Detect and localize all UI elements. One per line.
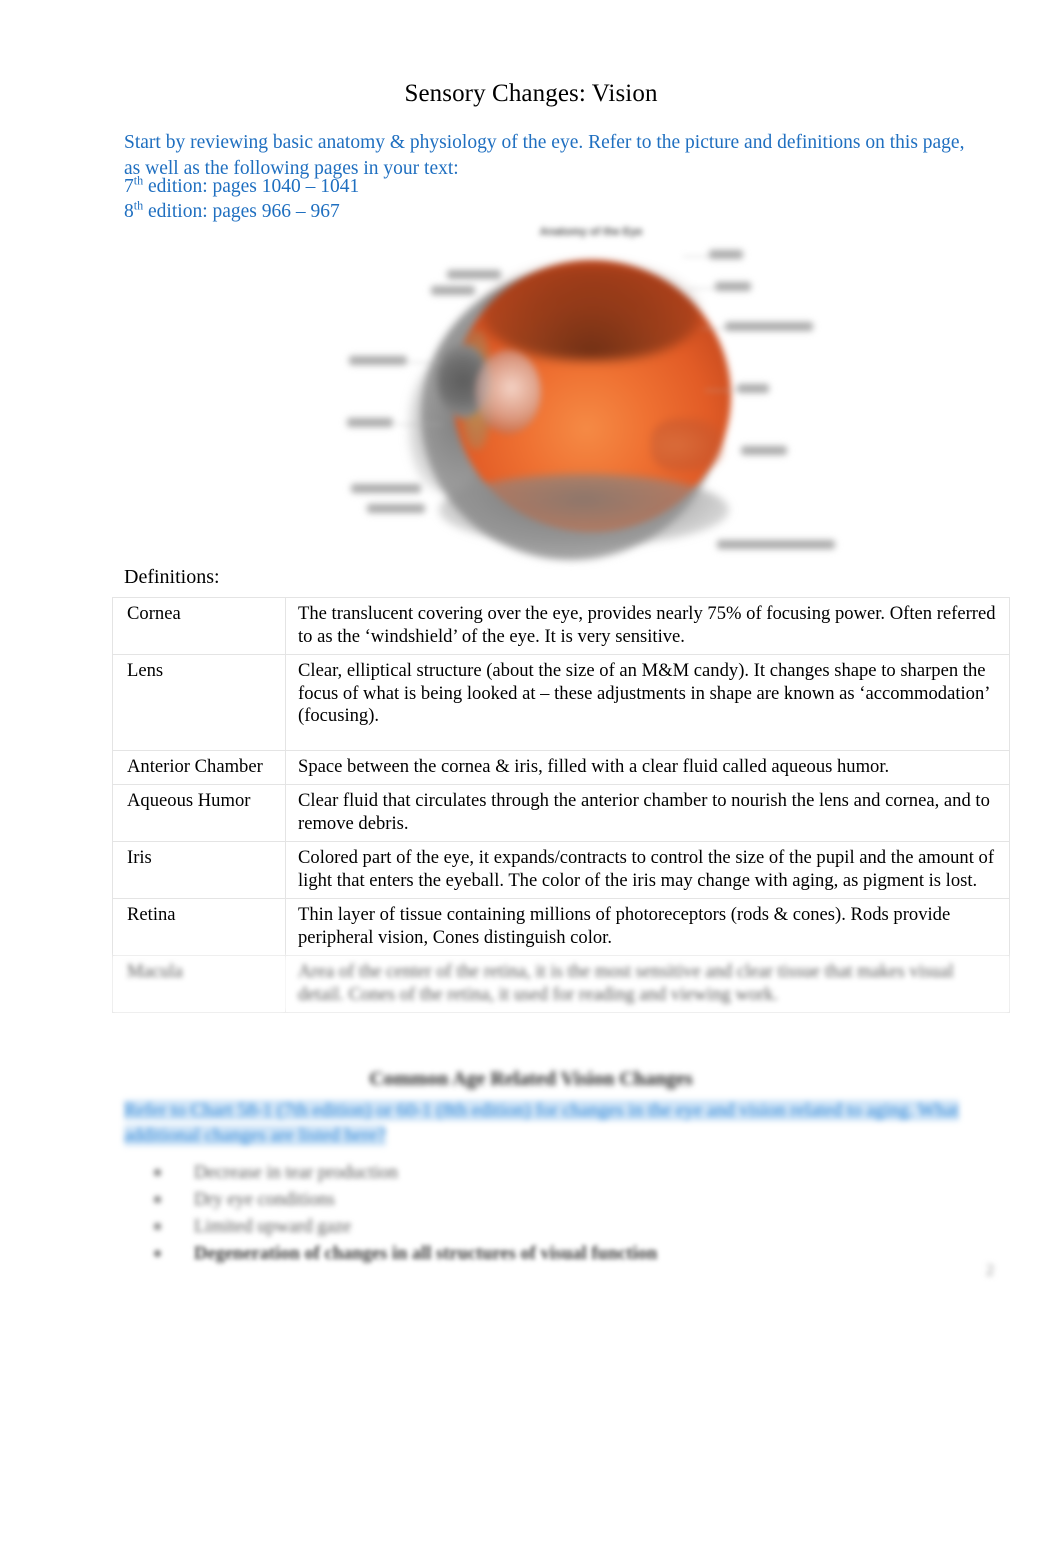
bullet-icon [154,1250,161,1257]
definitions-heading: Definitions: [124,566,220,588]
document-page: Sensory Changes: Vision Start by reviewi… [0,0,1062,1561]
edition-references: 7th edition: pages 1040 – 1041 8th editi… [124,174,624,224]
figure-leader-line-3 [701,328,727,329]
figure-label-blob-r5 [741,446,787,455]
definitions-table: Cornea The translucent covering over the… [112,597,1010,1013]
definition-text: Space between the cornea & iris, filled … [285,749,1010,785]
eye-anatomy-figure: Anatomy of the Eye [333,222,853,570]
figure-leader-line-5 [409,362,443,363]
definition-text: The translucent covering over the eye, p… [285,597,1010,655]
section-instructions: Refer to Chart 58-1 (7th edition) or 60-… [124,1098,992,1148]
figure-label-blob-l6 [367,504,425,513]
edition-7-pages: edition: pages 1040 – 1041 [143,176,360,197]
definition-term: Lens [112,654,286,751]
list-item-label: Degeneration of changes in all structure… [194,1244,658,1264]
table-row: Iris Colored part of the eye, it expands… [112,841,1010,899]
edition-8-ordinal-suffix: th [133,198,144,213]
edition-8-line: 8th edition: pages 966 – 967 [124,199,624,224]
figure-label-blob-r6 [717,540,835,549]
bullet-icon [154,1223,161,1230]
figure-label-blob-l2 [431,286,475,295]
list-item-label: Dry eye conditions [194,1190,335,1210]
figure-leader-line-4 [705,390,737,391]
figure-label-blob-r3 [725,322,813,331]
figure-label-blob-r2 [715,282,751,291]
bullet-icon [154,1169,161,1176]
figure-label-blob-l3 [349,356,407,365]
edition-8-number: 8 [124,201,134,222]
table-row: Macula Area of the center of the retina,… [112,955,1010,1013]
eye-optic-nerve-shape [651,418,723,472]
eye-anatomy-figure-caption: Anatomy of the Eye [539,226,643,238]
age-related-changes-list: Decrease in tear production Dry eye cond… [150,1160,930,1268]
figure-label-blob-l5 [351,484,421,493]
table-row: Anterior Chamber Space between the corne… [112,749,1010,785]
definition-text: Thin layer of tissue containing millions… [285,898,1010,956]
definition-text: Clear fluid that circulates through the … [285,784,1010,842]
list-item: Decrease in tear production [150,1160,930,1187]
list-item: Limited upward gaze [150,1214,930,1241]
bullet-icon [154,1196,161,1203]
definition-text: Clear, elliptical structure (about the s… [285,654,1010,751]
figure-leader-line-2 [689,288,717,289]
section-heading: Common Age Related Vision Changes [369,1068,693,1090]
definitions-table-wrapper: Cornea The translucent covering over the… [112,597,1010,1013]
definition-text: Colored part of the eye, it expands/cont… [285,841,1010,899]
figure-label-blob-r1 [709,250,743,259]
figure-leader-line-6 [397,424,443,425]
table-row: Retina Thin layer of tissue containing m… [112,898,1010,956]
figure-leader-line-1 [683,256,713,257]
edition-8-pages: edition: pages 966 – 967 [143,201,340,222]
definitions-table-body: Cornea The translucent covering over the… [112,597,1010,1013]
definition-term: Aqueous Humor [112,784,286,842]
figure-label-blob-l1 [447,270,501,279]
figure-label-blob-l4 [347,418,393,427]
age-related-changes-section: Common Age Related Vision Changes Refer … [0,1062,1062,1302]
list-item-label: Limited upward gaze [194,1217,352,1237]
table-row: Cornea The translucent covering over the… [112,597,1010,655]
page-number: 2 [986,1262,994,1279]
definition-term: Cornea [112,597,286,655]
eye-muscle-band-shape [439,474,729,546]
list-item: Degeneration of changes in all structure… [150,1241,930,1268]
section-instructions-text: Refer to Chart 58-1 (7th edition) or 60-… [124,1100,959,1146]
list-item: Dry eye conditions [150,1187,930,1214]
list-item-label: Decrease in tear production [194,1163,398,1183]
figure-label-blob-r4 [737,384,769,393]
eye-globe-shading [483,264,699,360]
edition-7-number: 7 [124,176,134,197]
page-title: Sensory Changes: Vision [404,79,658,107]
edition-7-line: 7th edition: pages 1040 – 1041 [124,174,624,199]
edition-7-ordinal-suffix: th [133,173,144,188]
table-row: Aqueous Humor Clear fluid that circulate… [112,784,1010,842]
definition-term: Anterior Chamber [112,749,286,785]
definition-text: Area of the center of the retina, it is … [285,955,1010,1013]
table-row: Lens Clear, elliptical structure (about … [112,654,1010,751]
definition-term: Macula [112,955,286,1013]
definition-term: Iris [112,841,286,899]
eye-cornea-shape [475,350,541,434]
definition-term: Retina [112,898,286,956]
